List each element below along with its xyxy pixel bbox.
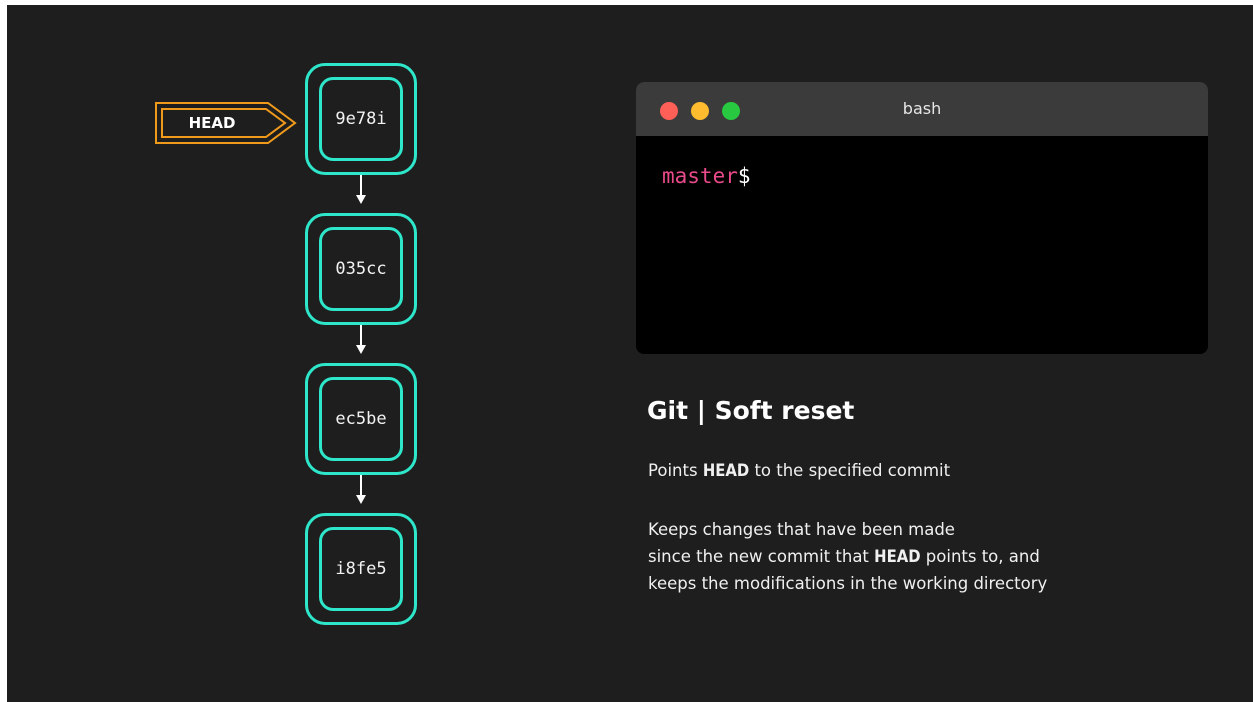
- commit-node-inner: i8fe5: [319, 527, 403, 611]
- prompt-branch: master: [662, 164, 738, 188]
- text-segment: points to, and: [920, 547, 1040, 566]
- slide: HEAD 9e78i 035cc ec5be i8fe5 bash master…: [7, 5, 1253, 702]
- page-title: Git | Soft reset: [647, 396, 855, 425]
- terminal-body[interactable]: master$: [636, 136, 1208, 354]
- parent-arrow: [356, 175, 366, 204]
- description-paragraph-1: Points HEAD to the specified commit: [648, 457, 950, 484]
- commit-node: ec5be: [305, 363, 417, 475]
- commit-node-inner: 9e78i: [319, 77, 403, 161]
- commit-hash: ec5be: [335, 409, 387, 429]
- commit-hash: 035cc: [335, 259, 387, 279]
- text-segment: since the new commit that: [648, 547, 875, 566]
- commit-hash: i8fe5: [335, 559, 387, 579]
- text-segment: to the specified commit: [749, 461, 951, 480]
- terminal-title: bash: [902, 99, 942, 118]
- keyword-head: HEAD: [702, 461, 750, 480]
- terminal-titlebar: bash: [636, 82, 1208, 136]
- description-paragraph-2: Keeps changes that have been made since …: [648, 516, 1047, 597]
- commit-node: 9e78i: [305, 63, 417, 175]
- head-pointer-label: HEAD: [188, 114, 236, 132]
- commit-node-inner: ec5be: [319, 377, 403, 461]
- commit-hash: 9e78i: [335, 109, 387, 129]
- terminal-prompt: master$: [662, 164, 751, 188]
- prompt-symbol: $: [737, 164, 751, 188]
- commit-node: 035cc: [305, 213, 417, 325]
- text-line: keeps the modifications in the working d…: [648, 574, 1048, 593]
- text-line: Keeps changes that have been made: [648, 520, 955, 539]
- parent-arrow: [356, 475, 366, 504]
- commit-node: i8fe5: [305, 513, 417, 625]
- head-pointer: HEAD: [155, 102, 297, 144]
- text-line: since the new commit that HEAD points to…: [648, 543, 1047, 570]
- terminal-window: bash master$: [636, 82, 1208, 354]
- commit-node-inner: 035cc: [319, 227, 403, 311]
- text-segment: Points: [648, 461, 703, 480]
- keyword-head: HEAD: [874, 547, 921, 566]
- parent-arrow: [356, 325, 366, 354]
